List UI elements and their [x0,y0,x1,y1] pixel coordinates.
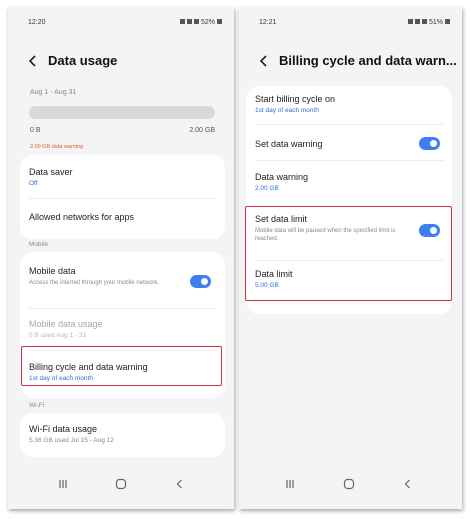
data-saver-title: Data saver [29,167,73,177]
usage-bar-max: 2.00 GB [189,127,215,134]
wifi-data-usage-item[interactable]: Wi-Fi data usage 5.36 GB used Jul 15 - A… [29,424,217,444]
data-warning-item[interactable]: Data warning 2.00 GB [255,172,444,192]
data-warning-label: 2.00 GB data warning [30,144,84,150]
mobile-data-usage-item: Mobile data usage 0 B used Aug 1 - 31 [29,319,217,339]
mute-icon [408,19,414,24]
battery-level: 52% [200,19,215,26]
nav-bar [8,477,234,491]
divider [255,160,444,161]
status-bar: 12:21 51% [259,18,450,30]
home-icon[interactable] [342,477,356,491]
allowed-networks-title: Allowed networks for apps [29,212,135,222]
battery-icon [217,19,222,24]
card-data-saver: Data saver Off Allowed networks for apps [20,155,225,239]
mobile-data-usage-value: 0 B used Aug 1 - 31 [29,332,87,339]
highlight-billing-cycle [21,346,222,386]
status-icons: 51% [406,19,450,26]
status-time: 12:20 [28,19,46,26]
data-saver-value: Off [29,180,38,187]
allowed-networks-item[interactable]: Allowed networks for apps [29,212,217,222]
set-data-warning-item[interactable]: Set data warning [255,139,444,149]
wifi-data-usage-title: Wi-Fi data usage [29,424,98,434]
back-nav-icon[interactable] [173,477,187,491]
usage-bar [29,106,215,119]
date-range[interactable]: Aug 1 - Aug 31 [30,89,76,96]
back-arrow-icon[interactable] [257,54,271,68]
mobile-data-desc: Access the internet through your mobile … [29,280,160,286]
phone-screen-data-usage: 12:20 52% Data usage Aug 1 - Aug 31 0 B … [8,7,234,509]
page-title: Billing cycle and data warn... [279,53,457,68]
mobile-data-item[interactable]: Mobile data Access the internet through … [29,266,217,287]
back-arrow-icon[interactable] [26,54,40,68]
status-icons: 52% [178,19,222,26]
mobile-data-toggle[interactable] [190,275,211,288]
wifi-icon [187,19,193,24]
nav-bar [239,477,462,491]
home-icon[interactable] [114,477,128,491]
app-header: Data usage [26,51,224,73]
divider [29,308,217,309]
phone-screen-billing-cycle: 12:21 51% Billing cycle and data warn...… [239,7,462,509]
mobile-data-title: Mobile data [29,266,76,276]
data-warning-value: 2.00 GB [255,185,279,192]
wifi-icon [415,19,421,24]
signal-icon [194,19,200,24]
battery-icon [445,19,450,24]
mute-icon [180,19,186,24]
page-title: Data usage [48,53,118,68]
start-billing-cycle-title: Start billing cycle on [255,94,336,104]
back-nav-icon[interactable] [401,477,415,491]
recents-icon[interactable] [56,477,70,491]
section-wifi: Wi-Fi [29,402,45,409]
highlight-data-limit [245,206,452,301]
data-warning-title: Data warning [255,172,309,182]
set-data-warning-title: Set data warning [255,139,323,149]
status-time: 12:21 [259,19,277,26]
start-billing-cycle-item[interactable]: Start billing cycle on 1st day of each m… [255,94,444,114]
usage-bar-min: 0 B [30,127,41,134]
wifi-data-usage-value: 5.36 GB used Jul 15 - Aug 12 [29,437,114,444]
app-header: Billing cycle and data warn... [257,51,457,73]
mobile-data-usage-title: Mobile data usage [29,319,103,329]
status-bar: 12:20 52% [28,18,222,30]
card-wifi: Wi-Fi data usage 5.36 GB used Jul 15 - A… [20,413,225,457]
data-saver-item[interactable]: Data saver Off [29,167,217,187]
set-data-warning-toggle[interactable] [419,137,440,150]
section-mobile: Mobile [29,241,49,248]
battery-level: 51% [428,19,443,26]
start-billing-cycle-value: 1st day of each month [255,107,319,114]
recents-icon[interactable] [283,477,297,491]
divider [29,198,217,199]
divider [255,124,444,125]
signal-icon [422,19,428,24]
